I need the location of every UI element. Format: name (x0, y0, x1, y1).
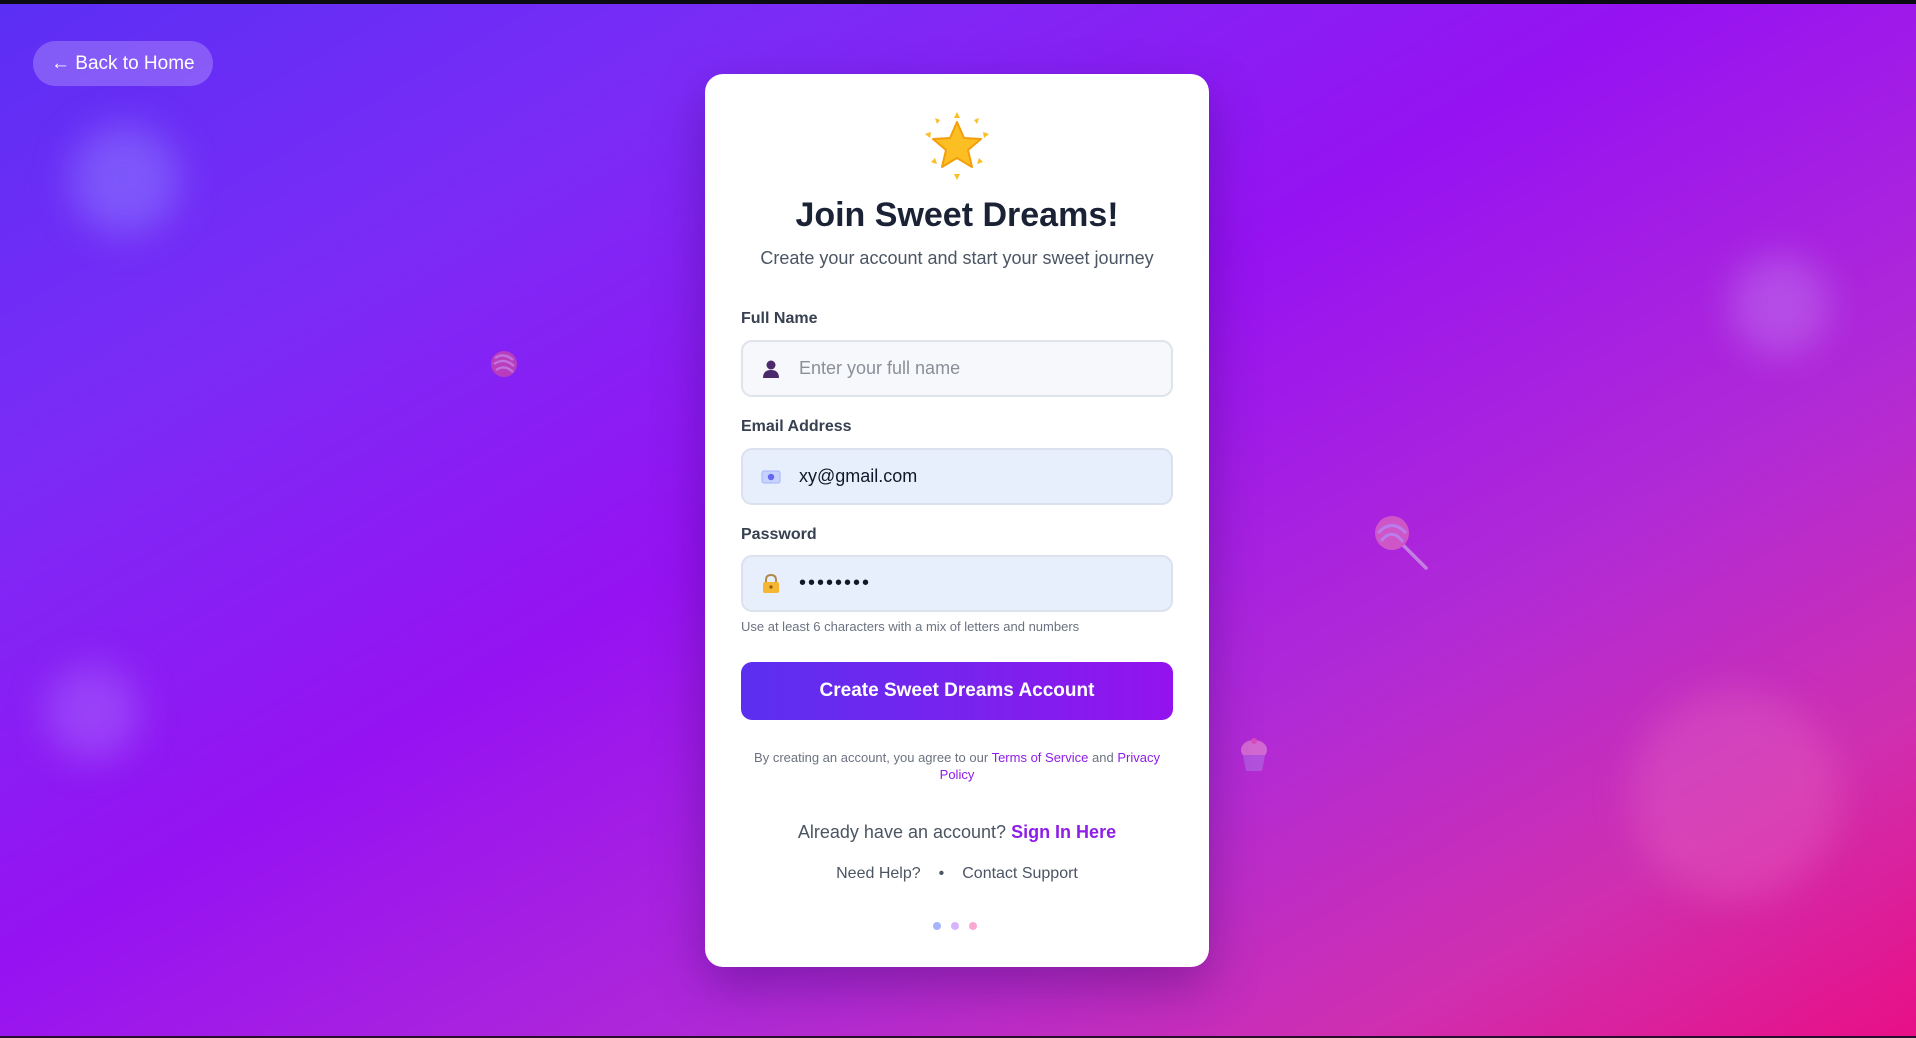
terms-and: and (1092, 750, 1114, 765)
signin-prompt: Already have an account? Sign In Here (705, 822, 1209, 843)
terms-of-service-link[interactable]: Terms of Service (992, 750, 1089, 765)
lock-icon (743, 573, 799, 594)
full-name-label: Full Name (741, 310, 818, 327)
dot-indicator (951, 922, 959, 930)
terms-prefix: By creating an account, you agree to our (754, 750, 989, 765)
signup-card: Join Sweet Dreams! Create your account a… (705, 74, 1209, 967)
background-glow (1730, 255, 1830, 355)
back-to-home-button[interactable]: ← Back to Home (33, 41, 213, 86)
full-name-field-wrapper (741, 340, 1173, 397)
help-links: Need Help? • Contact Support (705, 865, 1209, 883)
progress-dots (933, 922, 977, 930)
contact-support-link[interactable]: Contact Support (962, 865, 1078, 883)
help-separator: • (938, 865, 945, 882)
cupcake-icon (1239, 737, 1269, 778)
email-input[interactable] (799, 466, 1159, 487)
back-to-home-label: ← Back to Home (51, 52, 195, 74)
dot-indicator (969, 922, 977, 930)
user-icon (743, 359, 799, 379)
background-glow (1630, 690, 1840, 900)
background-glow (70, 125, 180, 235)
full-name-input[interactable] (799, 358, 1159, 379)
lollipop-icon (1370, 512, 1428, 575)
create-account-button[interactable]: Create Sweet Dreams Account (741, 662, 1173, 720)
email-icon (743, 469, 799, 485)
password-field-wrapper (741, 555, 1173, 612)
email-label: Email Address (741, 418, 852, 435)
page-title: Join Sweet Dreams! (795, 196, 1119, 234)
email-field-wrapper (741, 448, 1173, 505)
background-glow (45, 665, 140, 760)
dot-indicator (933, 922, 941, 930)
password-label: Password (741, 526, 817, 543)
signin-prompt-text: Already have an account? (797, 822, 1007, 842)
window-top-border (0, 0, 1916, 4)
need-help-link[interactable]: Need Help? (836, 865, 921, 883)
candy-icon (486, 346, 520, 385)
page-subtitle: Create your account and start your sweet… (760, 248, 1154, 268)
sign-in-link[interactable]: Sign In Here (1011, 822, 1116, 842)
star-icon (921, 110, 993, 182)
password-hint: Use at least 6 characters with a mix of … (741, 619, 1080, 634)
password-input[interactable] (799, 572, 1159, 595)
terms-notice: By creating an account, you agree to our… (741, 749, 1173, 783)
